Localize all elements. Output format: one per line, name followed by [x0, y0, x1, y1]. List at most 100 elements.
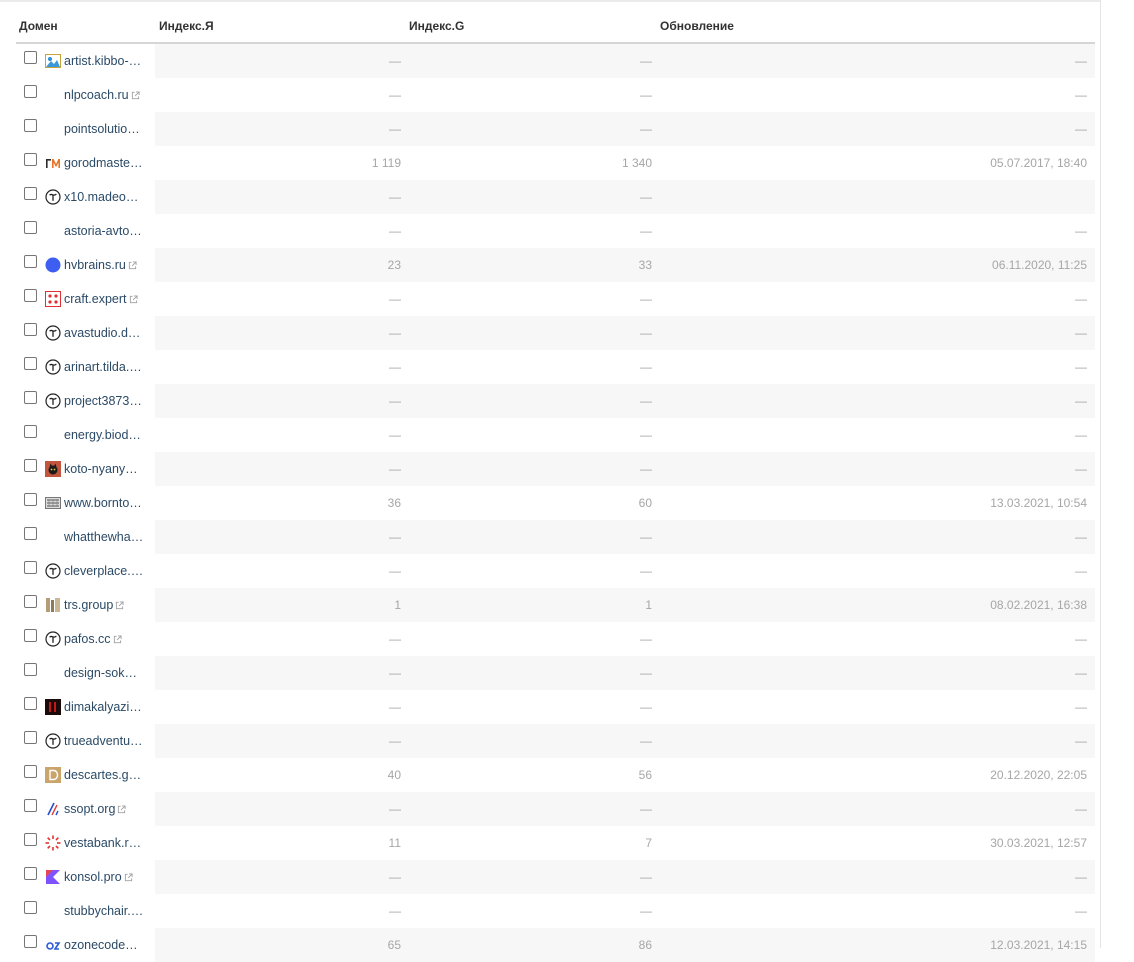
- column-header-update[interactable]: Обновление: [656, 10, 1095, 44]
- table-row[interactable]: pointsolutio… — — —: [16, 112, 1095, 146]
- domain-link[interactable]: www.bornto…: [64, 496, 142, 510]
- row-checkbox[interactable]: [24, 662, 37, 676]
- domain-link[interactable]: konsol.pro: [64, 870, 122, 884]
- table-row[interactable]: gorodmaste… 1 119 1 340 05.07.2017, 18:40: [16, 146, 1095, 180]
- external-link-icon[interactable]: [117, 804, 126, 814]
- table-row[interactable]: energy.biod… — — —: [16, 418, 1095, 452]
- domain-link[interactable]: whatthewha…: [64, 530, 143, 544]
- table-row[interactable]: x10.madeo… — —: [16, 180, 1095, 214]
- external-link-icon[interactable]: [128, 260, 137, 270]
- row-checkbox[interactable]: [24, 526, 37, 540]
- table-row[interactable]: arinart.tilda.… — — —: [16, 350, 1095, 384]
- row-checkbox[interactable]: [24, 322, 37, 336]
- table-row[interactable]: vestabank.r… 11 7 30.03.2021, 12:57: [16, 826, 1095, 860]
- external-link-icon[interactable]: [129, 294, 138, 304]
- table-row[interactable]: pafos.cc — — —: [16, 622, 1095, 656]
- domain-link[interactable]: ssopt.org: [64, 802, 115, 816]
- external-link-icon[interactable]: [115, 600, 124, 610]
- row-checkbox[interactable]: [24, 866, 37, 880]
- row-checkbox[interactable]: [24, 186, 37, 200]
- row-checkbox[interactable]: [24, 696, 37, 710]
- domain-link[interactable]: energy.biod…: [64, 428, 141, 442]
- table-row[interactable]: descartes.g… 40 56 20.12.2020, 22:05: [16, 758, 1095, 792]
- domain-link[interactable]: design-sok…: [64, 666, 137, 680]
- table-row[interactable]: stubbychair.… — — —: [16, 894, 1095, 928]
- table-row[interactable]: astoria-avto… — — —: [16, 214, 1095, 248]
- row-checkbox[interactable]: [24, 458, 37, 472]
- tilda-icon: [45, 189, 61, 205]
- table-row[interactable]: craft.expert — — —: [16, 282, 1095, 316]
- google-index-cell: —: [640, 632, 652, 646]
- update-date-cell: —: [656, 520, 1095, 554]
- row-checkbox[interactable]: [24, 424, 37, 438]
- domain-link[interactable]: nlpcoach.ru: [64, 88, 129, 102]
- external-link-icon[interactable]: [124, 872, 133, 882]
- row-checkbox[interactable]: [24, 152, 37, 166]
- domain-link[interactable]: project3873…: [64, 394, 142, 408]
- table-row[interactable]: project3873… — — —: [16, 384, 1095, 418]
- table-row[interactable]: hvbrains.ru 23 33 06.11.2020, 11:25: [16, 248, 1095, 282]
- row-checkbox[interactable]: [24, 934, 37, 948]
- google-index-cell: —: [640, 700, 652, 714]
- domain-link[interactable]: hvbrains.ru: [64, 258, 126, 272]
- table-row[interactable]: design-sok… — — —: [16, 656, 1095, 690]
- table-row[interactable]: dimakalyazi… — — —: [16, 690, 1095, 724]
- domain-link[interactable]: artist.kibbo-…: [64, 54, 141, 68]
- domain-link[interactable]: trs.group: [64, 598, 113, 612]
- table-row[interactable]: artist.kibbo-… — — —: [16, 43, 1095, 78]
- domain-link[interactable]: craft.expert: [64, 292, 127, 306]
- domain-link[interactable]: cleverplace.…: [64, 564, 143, 578]
- google-index-cell: —: [640, 88, 652, 102]
- external-link-icon[interactable]: [113, 634, 122, 644]
- row-checkbox[interactable]: [24, 50, 37, 64]
- domain-link[interactable]: dimakalyazi…: [64, 700, 142, 714]
- row-checkbox[interactable]: [24, 118, 37, 132]
- row-checkbox[interactable]: [24, 288, 37, 302]
- table-row[interactable]: ssopt.org — — —: [16, 792, 1095, 826]
- domain-link[interactable]: stubbychair.…: [64, 904, 143, 918]
- row-checkbox[interactable]: [24, 492, 37, 506]
- row-checkbox[interactable]: [24, 798, 37, 812]
- domain-link[interactable]: avastudio.d…: [64, 326, 140, 340]
- domain-link[interactable]: ozonecode…: [64, 938, 138, 952]
- tilda-icon: [45, 631, 61, 647]
- table-row[interactable]: avastudio.d… — — —: [16, 316, 1095, 350]
- table-row[interactable]: ozonecode… 65 86 12.03.2021, 14:15: [16, 928, 1095, 962]
- table-row[interactable]: www.bornto… 36 60 13.03.2021, 10:54: [16, 486, 1095, 520]
- domain-link[interactable]: koto-nyany…: [64, 462, 138, 476]
- domain-link[interactable]: gorodmaste…: [64, 156, 143, 170]
- domain-link[interactable]: vestabank.r…: [64, 836, 141, 850]
- domain-link[interactable]: pafos.cc: [64, 632, 111, 646]
- table-row[interactable]: konsol.pro — — —: [16, 860, 1095, 894]
- table-row[interactable]: cleverplace.… — — —: [16, 554, 1095, 588]
- column-header-domain[interactable]: Домен: [16, 10, 155, 44]
- domain-link[interactable]: descartes.g…: [64, 768, 141, 782]
- external-link-icon[interactable]: [131, 90, 140, 100]
- column-header-yandex-index[interactable]: Индекс.Я: [155, 10, 405, 44]
- table-row[interactable]: trueadventu… — — —: [16, 724, 1095, 758]
- domain-link[interactable]: trueadventu…: [64, 734, 143, 748]
- row-checkbox[interactable]: [24, 730, 37, 744]
- row-checkbox[interactable]: [24, 84, 37, 98]
- row-checkbox[interactable]: [24, 254, 37, 268]
- column-header-google-index[interactable]: Индекс.G: [405, 10, 656, 44]
- row-checkbox[interactable]: [24, 356, 37, 370]
- row-checkbox[interactable]: [24, 390, 37, 404]
- row-checkbox[interactable]: [24, 628, 37, 642]
- row-checkbox[interactable]: [24, 764, 37, 778]
- row-checkbox[interactable]: [24, 900, 37, 914]
- domain-link[interactable]: pointsolutio…: [64, 122, 140, 136]
- domain-link[interactable]: arinart.tilda.…: [64, 360, 142, 374]
- domain-link[interactable]: astoria-avto…: [64, 224, 142, 238]
- domain-cell: stubbychair.…: [16, 894, 155, 928]
- row-checkbox[interactable]: [24, 220, 37, 234]
- table-row[interactable]: nlpcoach.ru — — —: [16, 78, 1095, 112]
- table-row[interactable]: koto-nyany… — — —: [16, 452, 1095, 486]
- row-checkbox[interactable]: [24, 560, 37, 574]
- table-row[interactable]: whatthewha… — — —: [16, 520, 1095, 554]
- domain-cell: trs.group: [16, 588, 155, 622]
- row-checkbox[interactable]: [24, 594, 37, 608]
- domain-link[interactable]: x10.madeo…: [64, 190, 138, 204]
- table-row[interactable]: trs.group 1 1 08.02.2021, 16:38: [16, 588, 1095, 622]
- row-checkbox[interactable]: [24, 832, 37, 846]
